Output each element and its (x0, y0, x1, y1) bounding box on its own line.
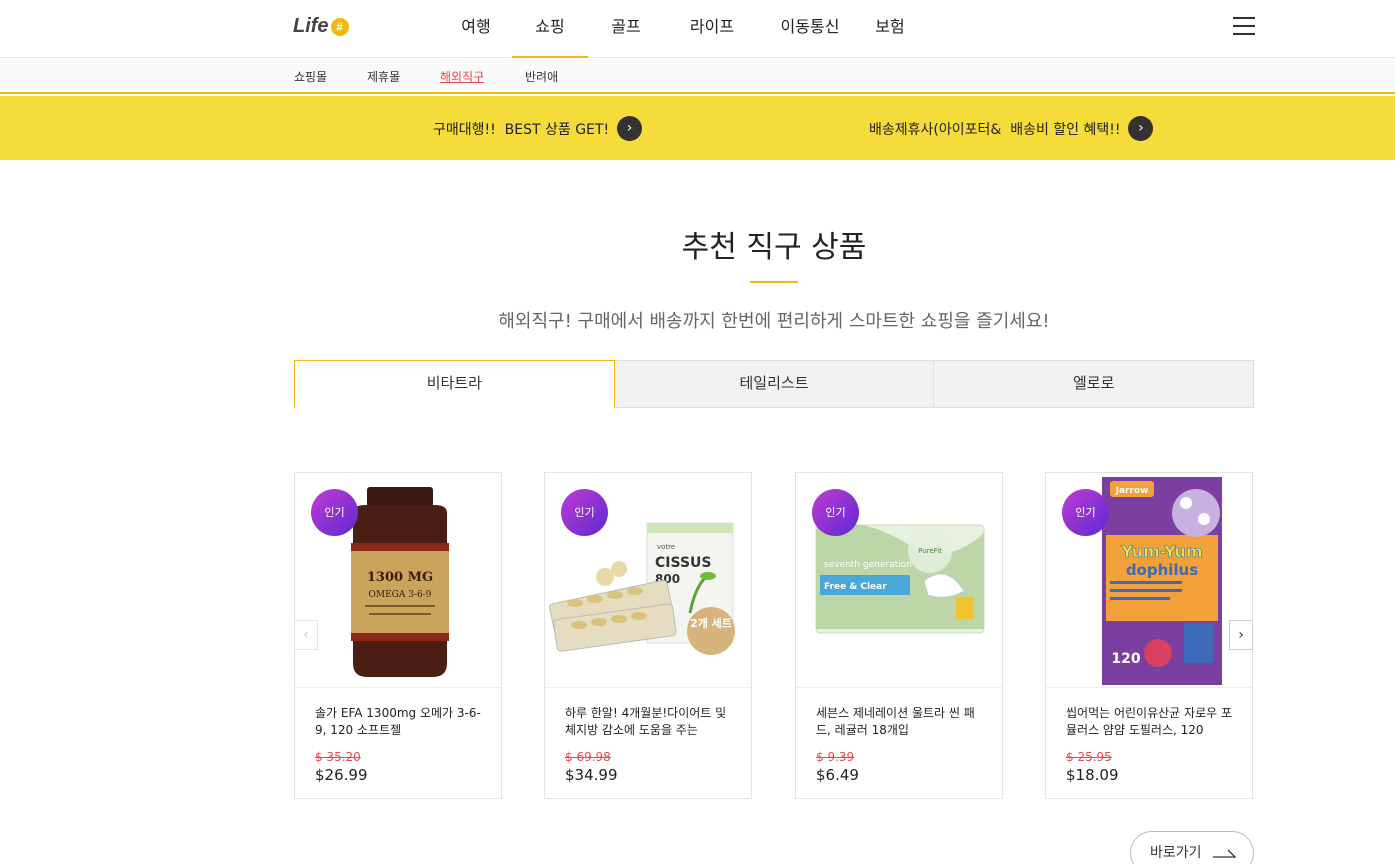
product-image-text: OMEGA 3-6-9 (369, 590, 432, 600)
banner-link-best[interactable]: 구매대행!! BEST 상품 GET! › (433, 116, 643, 141)
product-image-text: dophilus (1126, 561, 1198, 579)
product-price: $34.99 (565, 766, 618, 784)
popular-badge: 인기 (1062, 489, 1109, 536)
brand-tabs: 비타트라 테일리스트 엘로로 (294, 360, 1255, 408)
product-image-text: votre (657, 543, 675, 551)
section-subtitle: 해외직구! 구매에서 배송까지 한번에 편리하게 스마트한 쇼핑을 즐기세요! (498, 311, 1050, 332)
logo-mark-icon: # (330, 17, 349, 36)
product-image-text: seventh generation (824, 560, 912, 570)
product-image-text: 2개 세트 (690, 616, 732, 630)
promo-banner: 구매대행!! BEST 상품 GET! › 배송제휴사(아이포터& 배송비 할인… (0, 96, 1395, 160)
logo-text: Life (293, 15, 329, 37)
nav-life[interactable]: 라이프 (664, 0, 760, 58)
go-shortcut-button[interactable]: 바로가기 (1130, 831, 1254, 864)
banner-left-text: 구매대행!! BEST 상품 GET! (433, 121, 610, 138)
site-logo[interactable]: Life # (293, 15, 349, 38)
product-original-price: $ 9.39 (816, 750, 855, 764)
tab-yellolo[interactable]: 엘로로 (934, 360, 1255, 408)
sub-nav: 쇼핑몰 제휴몰 해외직구 반려애 (0, 59, 1395, 94)
product-title: 세븐스 제네레이션 울트라 씬 패드, 레귤러 18개입 (816, 706, 975, 737)
product-image-text: Jarrow (1115, 486, 1149, 496)
product-image: Free & Clear seventh generation PureFit … (796, 473, 1002, 688)
product-title: 하루 한알! 4개월분!다이어트 및 체지방 감소에 도움을 주는 (565, 706, 727, 737)
banner-link-delivery[interactable]: 배송제휴사(아이포터& 배송비 할인 혜택!! › (869, 116, 1154, 141)
go-button-label: 바로가기 (1150, 845, 1202, 861)
arrow-right-icon: › (1128, 116, 1154, 141)
nav-travel[interactable]: 여행 (440, 0, 512, 58)
product-price: $18.09 (1066, 766, 1119, 784)
nav-shopping[interactable]: 쇼핑 (512, 0, 588, 58)
subnav-pet[interactable]: 반려애 (525, 68, 558, 85)
product-image-text: Yum-Yum (1120, 542, 1202, 561)
product-card[interactable]: votre CISSUS 800 2개 세트 인기 하루 한알! 4개월분!다이… (544, 472, 752, 799)
slider-prev-button[interactable]: ‹ (294, 620, 318, 650)
product-card[interactable]: Jarrow Yum-Yum dophilus 120 인기 씹어먹는 어린이유… (1045, 472, 1253, 799)
nav-mobile[interactable]: 이동통신 (760, 0, 860, 58)
product-image-text: CISSUS (655, 555, 711, 571)
product-image-text: 120 (1111, 651, 1140, 667)
product-image-text: PureFit (918, 547, 942, 555)
product-original-price: $ 25.95 (1066, 750, 1112, 764)
product-original-price: $ 35.20 (315, 750, 361, 764)
slider-next-button[interactable]: › (1229, 620, 1253, 650)
product-price: $26.99 (315, 766, 368, 784)
popular-badge: 인기 (812, 489, 859, 536)
main-nav: 여행 쇼핑 골프 라이프 이동통신 보험 (440, 0, 920, 58)
product-image: Jarrow Yum-Yum dophilus 120 인기 (1046, 473, 1252, 688)
product-card[interactable]: Free & Clear seventh generation PureFit … (795, 472, 1003, 799)
menu-icon[interactable] (1233, 17, 1255, 37)
product-title: 솔가 EFA 1300mg 오메가 3-6-9, 120 소프트젤 (315, 706, 481, 737)
arrow-long-right-icon (1212, 849, 1237, 858)
arrow-right-icon: › (617, 116, 643, 141)
popular-badge: 인기 (561, 489, 608, 536)
nav-insurance[interactable]: 보험 (860, 0, 920, 58)
banner-right-text: 배송제휴사(아이포터& 배송비 할인 혜택!! (869, 121, 1121, 138)
product-original-price: $ 69.98 (565, 750, 611, 764)
product-image-text: 1300 MG (367, 570, 433, 585)
nav-golf[interactable]: 골프 (588, 0, 664, 58)
tab-vitatra[interactable]: 비타트라 (294, 360, 615, 408)
section-title: 추천 직구 상품 (681, 230, 867, 265)
tab-dailist[interactable]: 테일리스트 (614, 360, 935, 408)
title-divider (750, 281, 798, 283)
product-image: 1300 MG OMEGA 3-6-9 인기 (295, 473, 501, 688)
subnav-mall[interactable]: 쇼핑몰 (294, 68, 327, 85)
product-title: 씹어먹는 어린이유산균 자로우 포뮬러스 얌얌 도필러스, 120 (1066, 706, 1233, 737)
product-image-text: Free & Clear (824, 582, 887, 592)
product-price: $6.49 (816, 766, 859, 784)
top-header: Life # 여행 쇼핑 골프 라이프 이동통신 보험 (0, 0, 1395, 58)
product-card[interactable]: 1300 MG OMEGA 3-6-9 인기 솔가 EFA 1300mg 오메가… (294, 472, 502, 799)
subnav-partner[interactable]: 제휴몰 (367, 68, 400, 85)
product-image: votre CISSUS 800 2개 세트 인기 (545, 473, 751, 688)
subnav-overseas[interactable]: 해외직구 (440, 68, 484, 85)
popular-badge: 인기 (311, 489, 358, 536)
